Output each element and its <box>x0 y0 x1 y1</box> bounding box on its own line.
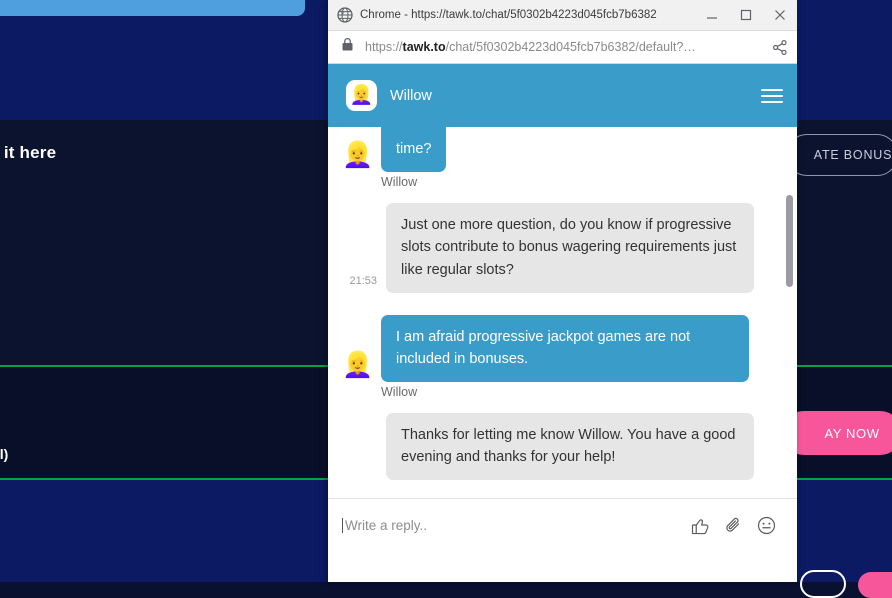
play-now-button[interactable]: AY NOW <box>782 411 892 455</box>
hamburger-bar <box>761 101 783 103</box>
message-timestamp: 21:53 <box>342 275 386 287</box>
hamburger-bar <box>761 95 783 97</box>
message-bubble: Thanks for letting me know Willow. You h… <box>386 413 754 480</box>
paperclip-icon[interactable] <box>717 516 750 535</box>
activate-bonus-button[interactable]: ATE BONUS <box>786 134 892 176</box>
bg-blue-pill-banner <box>0 0 305 16</box>
message-bubble: Just one more question, do you know if p… <box>386 203 754 293</box>
url-host: tawk.to <box>403 40 446 54</box>
chat-message-agent: 👱‍♀️ I am afraid progressive jackpot gam… <box>342 315 779 382</box>
message-bubble: I am afraid progressive jackpot games ar… <box>381 315 749 382</box>
window-title: Chrome - https://tawk.to/chat/5f0302b422… <box>360 9 695 21</box>
message-timestamp <box>342 462 386 474</box>
minimize-icon[interactable] <box>695 0 729 31</box>
message-avatar: 👱‍♀️ <box>342 140 373 171</box>
globe-icon <box>337 7 353 23</box>
chat-message-visitor: 21:53 Just one more question, do you kno… <box>342 203 779 293</box>
chat-message-agent: 👱‍♀️ time? <box>342 127 779 172</box>
close-icon[interactable] <box>763 0 797 31</box>
chat-popup-window: Chrome - https://tawk.to/chat/5f0302b422… <box>328 0 797 582</box>
agent-name-label: Willow <box>390 88 761 104</box>
emoji-smiley-icon[interactable] <box>750 516 783 535</box>
url-text: https://tawk.to/chat/5f0302b4223d045fcb7… <box>365 40 763 54</box>
share-icon[interactable] <box>763 40 797 55</box>
message-sender-label: Willow <box>381 385 779 399</box>
bg-pink-button-secondary[interactable] <box>858 572 892 598</box>
thumbs-up-icon[interactable] <box>684 516 717 535</box>
chat-header: 👱‍♀️ Willow <box>328 64 797 127</box>
message-sender-label: Willow <box>381 175 779 189</box>
chat-message-visitor: Thanks for letting me know Willow. You h… <box>342 413 779 480</box>
bg-headline-text: nter it here <box>0 143 56 163</box>
reply-input[interactable] <box>342 518 684 533</box>
omnibox[interactable]: https://tawk.to/chat/5f0302b4223d045fcb7… <box>328 31 797 64</box>
agent-avatar: 👱‍♀️ <box>346 80 377 111</box>
bg-ghost-button[interactable] <box>800 570 846 598</box>
message-avatar: 👱‍♀️ <box>342 350 373 381</box>
chat-scrollbar-thumb[interactable] <box>786 195 793 287</box>
bg-paren-text: al) <box>0 446 8 462</box>
message-bubble: time? <box>381 127 446 172</box>
hamburger-menu-icon[interactable] <box>761 85 783 107</box>
lock-icon <box>342 38 353 56</box>
maximize-icon[interactable] <box>729 0 763 31</box>
hamburger-bar <box>761 89 783 91</box>
window-titlebar: Chrome - https://tawk.to/chat/5f0302b422… <box>328 0 797 31</box>
chat-scrollbar[interactable] <box>785 127 794 498</box>
url-path: /chat/5f0302b4223d045fcb7b6382/default?… <box>446 40 696 54</box>
chat-composer <box>328 498 797 552</box>
url-scheme: https:// <box>365 40 403 54</box>
chat-message-list[interactable]: 👱‍♀️ time? Willow 21:53 Just one more qu… <box>328 127 797 498</box>
